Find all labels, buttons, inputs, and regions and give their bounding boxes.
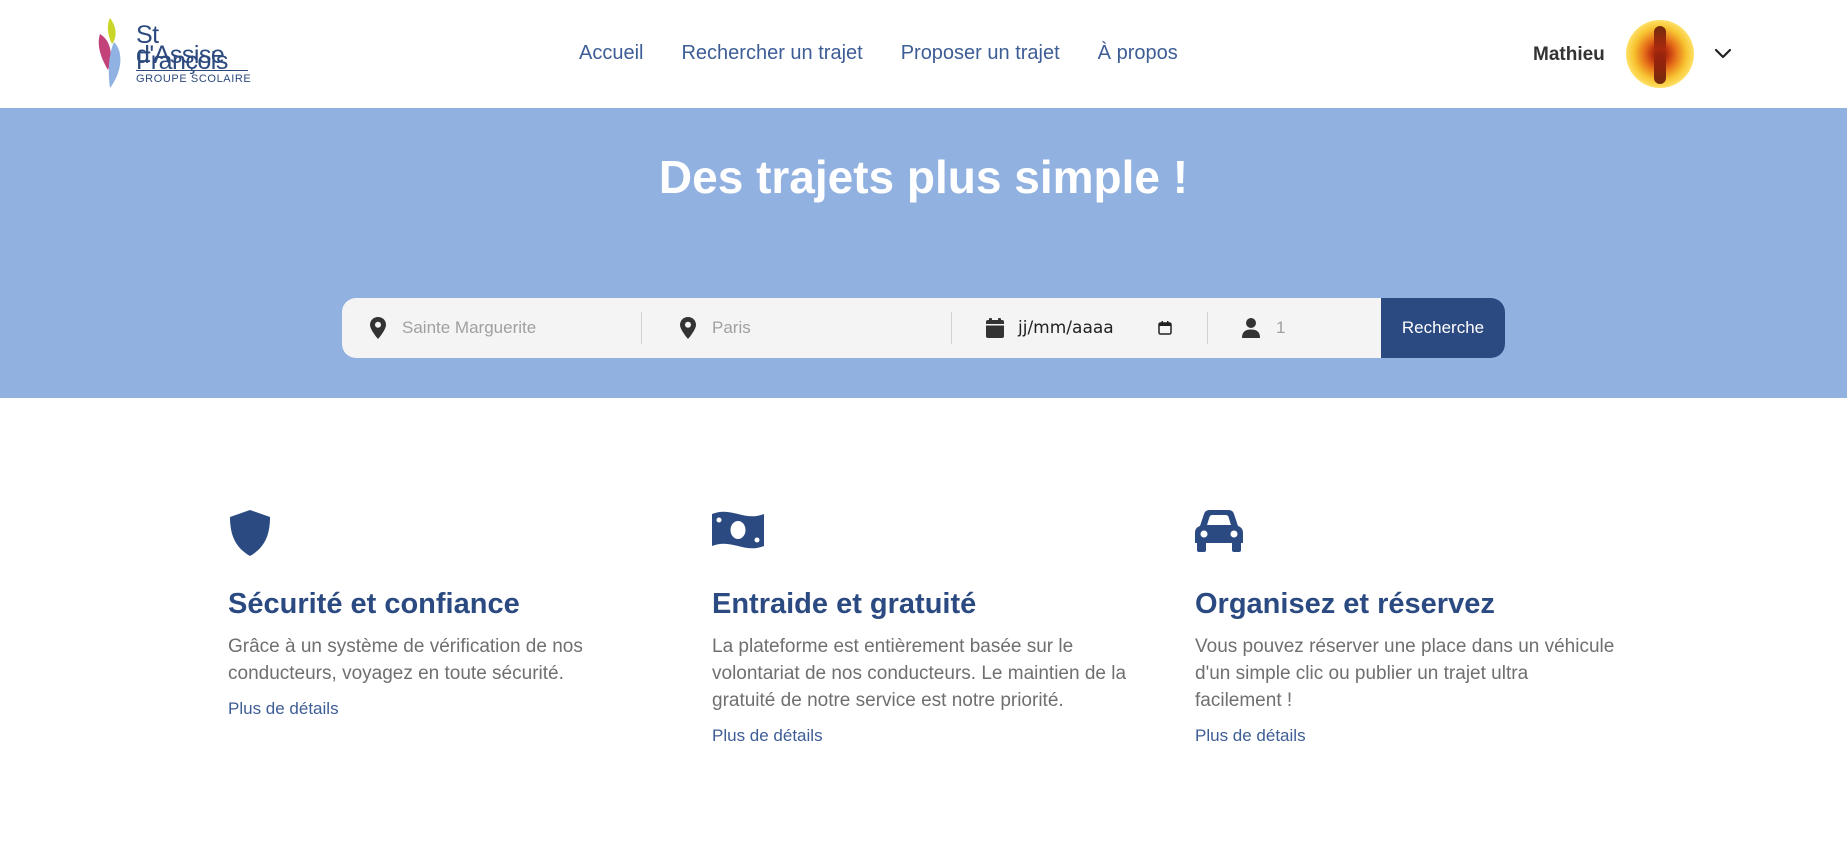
departure-placeholder: Sainte Marguerite (402, 318, 537, 337)
feature-solidarity: Entraide et gratuité La plateforme est e… (712, 510, 1132, 746)
date-value: jj/mm/aaaa (1018, 318, 1114, 338)
feature-text: Vous pouvez réserver une place dans un v… (1195, 636, 1615, 711)
map-pin-icon (680, 317, 696, 339)
passengers-placeholder: 1 (1276, 318, 1286, 337)
search-divider (641, 312, 642, 344)
chevron-down-icon[interactable] (1713, 44, 1733, 64)
search-button[interactable]: Recherche (1381, 298, 1505, 358)
search-divider (951, 312, 952, 344)
nav-a-propos[interactable]: À propos (1098, 42, 1178, 65)
avatar-detail (1654, 26, 1666, 84)
nav-accueil[interactable]: Accueil (579, 42, 643, 65)
date-field[interactable]: jj/mm/aaaa (986, 298, 1186, 358)
logo-line-3: GROUPE SCOLAIRE (136, 73, 252, 85)
hero-title: Des trajets plus simple ! (658, 151, 1189, 203)
main-nav: Accueil Rechercher un trajet Proposer un… (579, 42, 1216, 65)
feature-security: Sécurité et confiance Grâce à un système… (228, 510, 648, 719)
destination-placeholder: Paris (712, 318, 751, 337)
car-icon (1195, 510, 1243, 552)
feature-details-link[interactable]: Plus de détails (228, 699, 648, 719)
user-icon (1242, 318, 1260, 338)
nav-proposer-trajet[interactable]: Proposer un trajet (901, 42, 1060, 65)
search-bar: Sainte Marguerite Paris jj/mm/aaaa 1 Rec… (342, 298, 1505, 358)
logo-rule (136, 70, 248, 71)
hero-banner: Des trajets plus simple ! Sainte Marguer… (0, 108, 1847, 398)
school-logo[interactable]: St François d'Assise GROUPE SCOLAIRE (96, 16, 256, 90)
money-bill-icon (712, 511, 764, 549)
search-divider (1207, 312, 1208, 344)
map-pin-icon (370, 317, 386, 339)
avatar[interactable] (1626, 20, 1694, 88)
feature-title: Organisez et réservez (1195, 588, 1495, 620)
site-header: St François d'Assise GROUPE SCOLAIRE Acc… (0, 0, 1847, 108)
feature-text: Grâce à un système de vérification de no… (228, 636, 583, 684)
nav-rechercher-trajet[interactable]: Rechercher un trajet (681, 42, 862, 65)
date-picker-icon[interactable] (1157, 321, 1172, 335)
passengers-field[interactable]: 1 (1242, 298, 1362, 358)
departure-field[interactable]: Sainte Marguerite (370, 298, 630, 358)
feature-title: Entraide et gratuité (712, 588, 977, 620)
logo-line-2: d'Assise (136, 41, 225, 69)
feature-text: La plateforme est entièrement basée sur … (712, 636, 1127, 711)
shield-icon (230, 510, 270, 556)
logo-mark-icon (98, 18, 121, 88)
feature-organize: Organisez et réservez Vous pouvez réserv… (1195, 510, 1615, 746)
feature-title: Sécurité et confiance (228, 588, 520, 620)
feature-details-link[interactable]: Plus de détails (1195, 726, 1615, 746)
destination-field[interactable]: Paris (680, 298, 940, 358)
feature-details-link[interactable]: Plus de détails (712, 726, 1132, 746)
user-name[interactable]: Mathieu (1533, 44, 1605, 66)
calendar-icon (986, 318, 1004, 338)
